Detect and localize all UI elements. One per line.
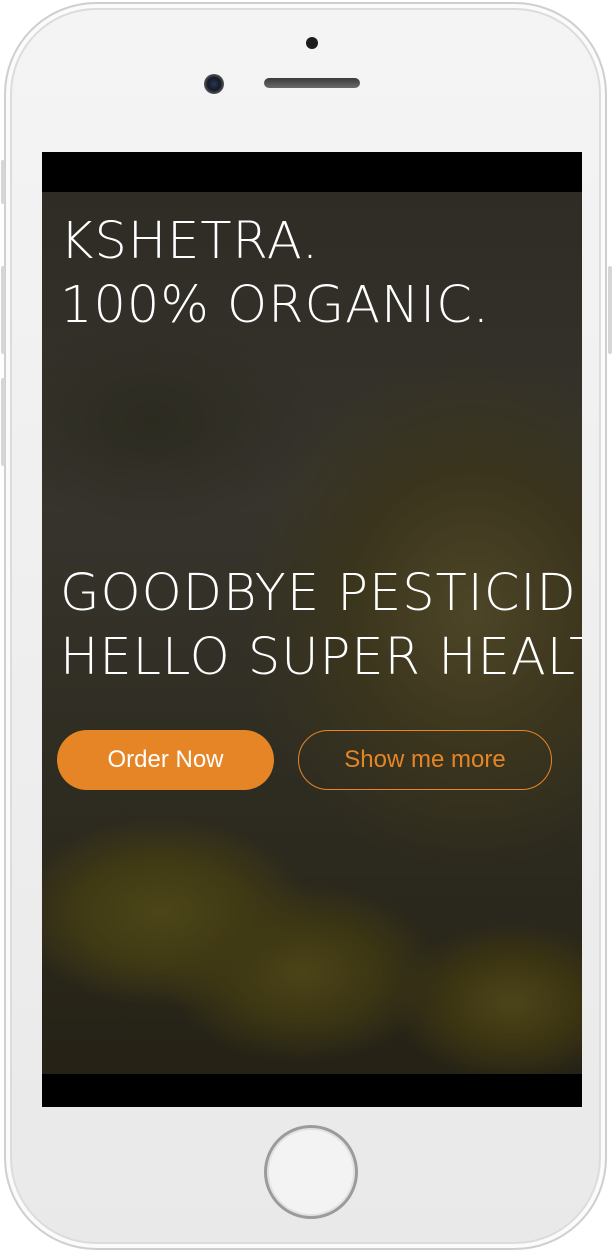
volume-up-button <box>1 266 5 354</box>
phone-screen: KSHETRA. 100% ORGANIC. GOODBYE PESTICIDE… <box>42 152 582 1107</box>
mute-switch <box>1 160 5 204</box>
show-me-more-button[interactable]: Show me more <box>298 730 552 790</box>
proximity-sensor <box>306 37 318 49</box>
hero-headline-tagline: GOODBYE PESTICIDES. HELLO SUPER HEALTH. <box>60 564 582 687</box>
home-button[interactable] <box>264 1125 358 1219</box>
hero-section: KSHETRA. 100% ORGANIC. GOODBYE PESTICIDE… <box>42 192 582 1074</box>
volume-down-button <box>1 378 5 466</box>
order-now-button[interactable]: Order Now <box>57 730 274 790</box>
hero-headline-brand: KSHETRA. 100% ORGANIC. <box>60 212 491 335</box>
phone-frame: KSHETRA. 100% ORGANIC. GOODBYE PESTICIDE… <box>4 2 607 1250</box>
power-button <box>608 266 612 354</box>
front-camera-icon <box>204 74 224 94</box>
hero-content: KSHETRA. 100% ORGANIC. GOODBYE PESTICIDE… <box>42 192 582 1074</box>
earpiece-speaker <box>264 78 360 88</box>
